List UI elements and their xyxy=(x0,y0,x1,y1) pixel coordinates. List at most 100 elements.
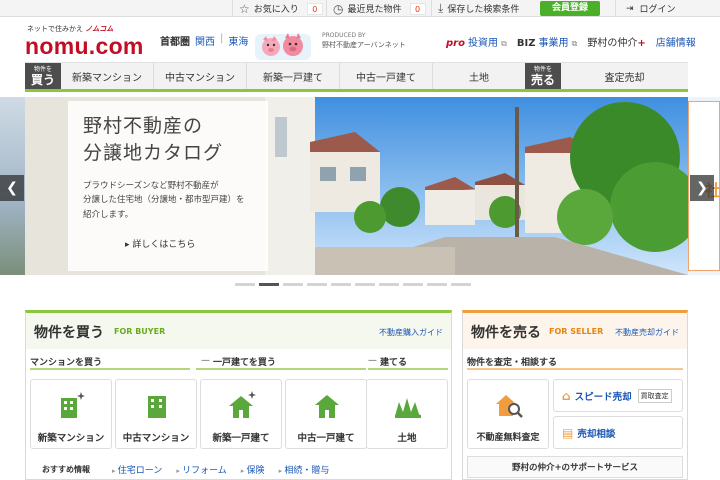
subhead-mansion: マンションを買う xyxy=(30,357,103,368)
nav-new-house[interactable]: 新築一戸建て xyxy=(247,63,340,89)
used-house-icon xyxy=(315,395,339,418)
link-inheritance[interactable]: 相続・贈与 xyxy=(279,463,329,476)
carousel-dot[interactable] xyxy=(235,283,255,286)
divider xyxy=(467,368,683,370)
new-house-icon xyxy=(229,391,256,418)
carousel-dot[interactable] xyxy=(451,283,471,286)
nav-sell-label: 物件を 売る xyxy=(525,63,561,89)
hero-more-link[interactable]: ▸ 詳しくはこちら xyxy=(125,237,195,250)
favorites-count: 0 xyxy=(306,2,323,15)
site-header: ネットで住みかえ ノムコム nomu.com 首都圏 関西 | 東海 PRODU… xyxy=(0,18,720,62)
saved-searches-link[interactable]: ⤓ 保存した検索条件 xyxy=(431,0,531,17)
store-info-link[interactable]: 店舗情報 xyxy=(656,34,696,49)
buyback-tag: 買取査定 xyxy=(637,388,672,403)
chat-icon: ▤ xyxy=(562,425,574,440)
external-link-icon: ⧉ xyxy=(571,39,578,48)
region-selector: 首都圏 関西 | 東海 xyxy=(160,33,249,48)
chevron-right-icon: ❯ xyxy=(696,180,708,196)
nav-assessment[interactable]: 査定売却 xyxy=(561,63,688,89)
login-link[interactable]: ⇥ ログイン xyxy=(615,0,676,17)
header-links: pro 投資用 ⧉ BIZ 事業用 ⧉ 野村の仲介+ 店舗情報 xyxy=(446,34,696,49)
login-icon: ⇥ xyxy=(626,3,634,14)
agent-link[interactable]: 野村の仲介+ xyxy=(587,34,645,49)
recent-viewed-link[interactable]: ◷ 最近見た物件 0 xyxy=(326,0,430,17)
network-name: 野村不動産アーバンネット xyxy=(322,41,406,49)
business-link[interactable]: BIZ 事業用 ⧉ xyxy=(517,34,578,49)
hero-title: 野村不動産の 分譲地カタログ xyxy=(83,115,224,164)
sell-section-subtitle: FOR SELLER xyxy=(549,327,604,336)
top-utility-bar: ☆ お気に入り 0 ◷ 最近見た物件 0 ⤓ 保存した検索条件 会員登録 ⇥ ロ… xyxy=(0,0,720,17)
tile-used-house[interactable]: 中古一戸建て xyxy=(285,379,367,449)
carousel-dot[interactable] xyxy=(427,283,447,286)
hero-carousel: 野村不動産の 分譲地カタログ プラウドシーズンなど野村不動産が 分譲した住宅地（… xyxy=(0,97,720,275)
star-icon: ☆ xyxy=(239,1,250,16)
main-nav: 物件を 買う 新築マンション 中古マンション 新築一戸建て 中古一戸建て 土地 … xyxy=(25,62,688,92)
hero-caption-panel: 野村不動産の 分譲地カタログ プラウドシーズンなど野村不動産が 分譲した住宅地（… xyxy=(68,101,268,271)
carousel-dot[interactable] xyxy=(307,283,327,286)
link-home-loan[interactable]: 住宅ローン xyxy=(112,463,163,476)
external-link-icon: ⧉ xyxy=(501,39,507,48)
divider xyxy=(368,368,448,370)
sell-section-title: 物件を売る xyxy=(471,325,541,341)
carousel-dot[interactable] xyxy=(403,283,423,286)
link-insurance[interactable]: 保険 xyxy=(241,463,265,476)
chevron-left-icon: ❮ xyxy=(6,180,18,196)
tile-new-house[interactable]: 新築一戸建て xyxy=(200,379,282,449)
house-search-icon xyxy=(496,395,523,418)
buy-section-subtitle: FOR BUYER xyxy=(114,327,166,336)
favorites-link[interactable]: ☆ お気に入り 0 xyxy=(232,0,325,17)
buy-guide-link[interactable]: 不動産購入ガイド xyxy=(379,327,443,338)
download-icon: ⤓ xyxy=(438,1,444,15)
carousel-prev-button[interactable]: ❮ xyxy=(0,175,24,201)
carousel-dot[interactable] xyxy=(379,283,399,286)
subhead-assess: 物件を査定・相談する xyxy=(467,357,558,368)
tile-free-assessment[interactable]: 不動産無料査定 xyxy=(467,379,549,449)
support-service-link[interactable]: 野村の仲介+のサポートサービス xyxy=(467,456,683,478)
tile-new-mansion[interactable]: 新築マンション xyxy=(30,379,112,449)
pig-mascot-icon xyxy=(255,33,311,60)
land-icon xyxy=(395,398,421,418)
nav-buy-group: 物件を 買う 新築マンション 中古マンション 新築一戸建て 中古一戸建て 土地 xyxy=(25,63,525,89)
buy-section: 物件を買う FOR BUYER 不動産購入ガイド マンションを買う — 一戸建てを… xyxy=(25,310,452,480)
nav-land[interactable]: 土地 xyxy=(433,63,525,89)
sale-consult-button[interactable]: ▤ 売却相談 xyxy=(553,416,683,449)
buy-section-title: 物件を買う xyxy=(34,325,104,341)
carousel-dot-active[interactable] xyxy=(259,283,279,286)
recent-count: 0 xyxy=(409,2,426,15)
carousel-next-button[interactable]: ❯ xyxy=(690,175,714,201)
region-tokai[interactable]: 東海 xyxy=(228,33,248,48)
carousel-dot[interactable] xyxy=(331,283,351,286)
hero-description: プラウドシーズンなど野村不動産が 分譲した住宅地（分譲地・都市型戸建）を 紹介し… xyxy=(83,181,245,220)
nav-buy-label: 物件を 買う xyxy=(25,63,61,89)
tile-land[interactable]: 土地 xyxy=(366,379,448,449)
divider xyxy=(30,368,190,370)
sell-section: 物件を売る FOR SELLER 不動産売却ガイド 物件を査定・相談する 不動産… xyxy=(462,310,688,480)
carousel-dot[interactable] xyxy=(355,283,375,286)
nav-used-house[interactable]: 中古一戸建て xyxy=(340,63,433,89)
recommend-row: おすすめ情報 住宅ローン リフォーム 保険 相続・贈与 xyxy=(26,459,451,479)
region-kansai[interactable]: 関西 xyxy=(195,33,215,48)
site-logo[interactable]: nomu.com xyxy=(25,33,144,60)
divider xyxy=(196,368,366,370)
link-reform[interactable]: リフォーム xyxy=(176,463,227,476)
nav-sell-group: 物件を 売る 査定売却 xyxy=(525,63,688,89)
member-register-button[interactable]: 会員登録 xyxy=(540,1,600,16)
tile-used-mansion[interactable]: 中古マンション xyxy=(115,379,197,449)
investment-link[interactable]: pro 投資用 ⧉ xyxy=(446,34,507,49)
recommend-label: おすすめ情報 xyxy=(42,464,90,474)
new-mansion-icon xyxy=(61,392,85,418)
carousel-dot[interactable] xyxy=(283,283,303,286)
produced-by: PRODUCED BY xyxy=(322,32,366,39)
speed-sale-button[interactable]: ⌂ スピード売却 買取査定 xyxy=(553,379,683,412)
subhead-house: — 一戸建てを買う xyxy=(201,356,276,368)
buy-section-header: 物件を買う FOR BUYER 不動産購入ガイド xyxy=(26,313,451,349)
used-mansion-icon xyxy=(148,396,166,418)
sell-section-header: 物件を売る FOR SELLER 不動産売却ガイド xyxy=(463,313,687,349)
sell-guide-link[interactable]: 不動産売却ガイド xyxy=(615,327,679,338)
region-current: 首都圏 xyxy=(160,37,190,48)
nav-new-mansion[interactable]: 新築マンション xyxy=(61,63,154,89)
subhead-build: — 建てる xyxy=(368,356,408,368)
carousel-indicators xyxy=(235,283,471,286)
nav-used-mansion[interactable]: 中古マンション xyxy=(154,63,247,89)
clock-icon: ◷ xyxy=(333,1,344,16)
